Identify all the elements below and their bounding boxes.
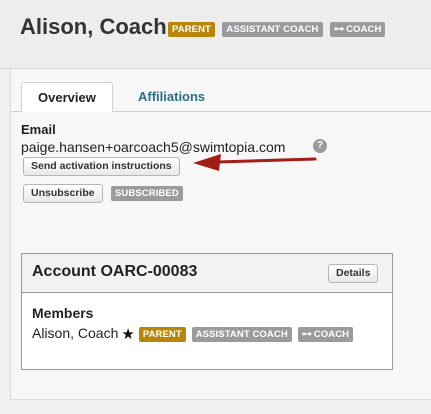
role-badges: PARENT ASSISTANT COACH ⊶ COACH [168,21,388,39]
coach-badge-label: COACH [346,24,382,36]
annotation-arrow-icon [193,154,317,171]
profile-panel: Overview Affiliations Email paige.hansen… [10,69,431,400]
account-card: Account OARC-00083 Details Members Aliso… [21,253,393,370]
tab-affiliations[interactable]: Affiliations [122,82,221,111]
page-title: Alison, Coach [20,14,167,39]
members-label: Members [32,305,94,321]
member-row: Alison, Coach ★ PARENT ASSISTANT COACH ⊶ CO… [32,325,354,343]
member-name[interactable]: Alison, Coach [32,325,118,341]
account-title: Account OARC-00083 [32,263,198,280]
member-assistant-coach-badge: ASSISTANT COACH [191,326,292,342]
details-button[interactable]: Details [328,264,379,283]
email-label: Email [21,122,56,137]
subscribed-badge: SUBSCRIBED [111,186,183,201]
overview-content: Email paige.hansen+oarcoach5@swimtopia.c… [11,112,431,399]
assistant-coach-badge: ASSISTANT COACH [222,22,323,38]
star-icon: ★ [121,326,135,343]
help-icon[interactable]: ? [313,139,327,153]
member-coach-badge-label: COACH [313,328,350,340]
parent-badge: PARENT [168,22,215,38]
account-card-header: Account OARC-00083 Details [22,254,392,293]
key-icon: ⊶ [301,328,312,340]
coach-badge: ⊶ COACH [329,22,386,38]
key-icon: ⊶ [333,24,345,36]
unsubscribe-button[interactable]: Unsubscribe [23,184,103,203]
member-parent-badge: PARENT [138,326,186,342]
member-coach-badge: ⊶ COACH [297,326,354,342]
send-activation-button[interactable]: Send activation instructions [23,157,180,176]
page-header: Alison, Coach PARENT ASSISTANT COACH ⊶ CO… [0,0,431,69]
tab-bar: Overview Affiliations [11,82,431,113]
tab-overview[interactable]: Overview [21,82,113,113]
